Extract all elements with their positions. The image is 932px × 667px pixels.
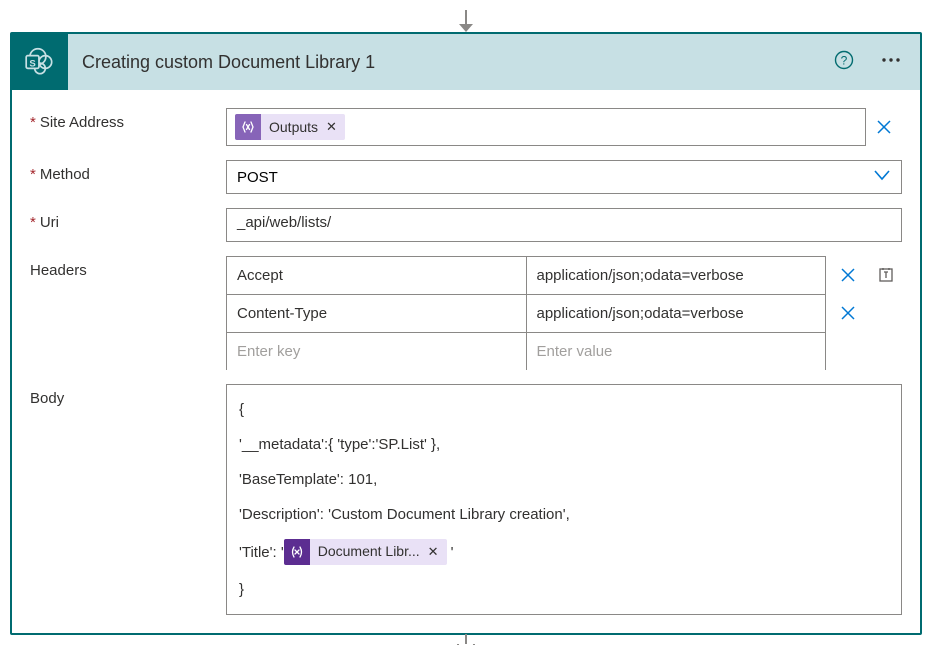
header-value-cell[interactable]: application/json;odata=verbose xyxy=(526,257,826,294)
method-value: POST xyxy=(237,169,278,186)
label-site-address: Site Address xyxy=(40,114,124,131)
connector-top xyxy=(10,10,922,24)
chevron-down-icon xyxy=(873,168,891,186)
header-key-placeholder[interactable]: Enter key xyxy=(227,333,526,370)
method-select[interactable]: POST xyxy=(226,160,902,194)
token-document-library[interactable]: Document Libr... ✕ xyxy=(284,539,447,565)
text-mode-icon[interactable] xyxy=(872,261,900,289)
connector-arrow-in xyxy=(10,24,922,32)
sharepoint-icon: S xyxy=(12,34,68,90)
headers-table: Accept application/json;odata=verbose xyxy=(226,256,902,370)
connector-bottom xyxy=(10,634,922,644)
label-uri: Uri xyxy=(40,214,59,231)
body-line: } xyxy=(239,579,244,600)
fx-icon xyxy=(235,114,261,140)
site-address-input[interactable]: Outputs ✕ xyxy=(226,108,866,146)
header-value-placeholder[interactable]: Enter value xyxy=(526,333,826,370)
action-header[interactable]: S Creating custom Document Library 1 ? xyxy=(12,34,920,90)
variable-icon xyxy=(284,539,310,565)
uri-input[interactable]: _api/web/lists/ xyxy=(226,208,902,242)
token-remove-icon[interactable]: ✕ xyxy=(326,119,345,135)
header-key-cell[interactable]: Accept xyxy=(227,257,526,294)
body-line: 'BaseTemplate': 101, xyxy=(239,469,377,490)
token-label: Outputs xyxy=(261,119,326,135)
label-body: Body xyxy=(30,390,64,407)
svg-text:S: S xyxy=(29,58,35,69)
header-value-cell[interactable]: application/json;odata=verbose xyxy=(526,295,826,332)
body-line: '__metadata':{ 'type':'SP.List' }, xyxy=(239,434,440,455)
body-line: 'Title': ' xyxy=(239,542,284,563)
delete-header-icon[interactable] xyxy=(834,261,862,289)
body-editor[interactable]: { '__metadata':{ 'type':'SP.List' }, 'Ba… xyxy=(226,384,902,615)
label-headers: Headers xyxy=(30,262,87,279)
svg-text:?: ? xyxy=(841,53,848,67)
help-icon[interactable]: ? xyxy=(828,44,860,81)
delete-header-icon[interactable] xyxy=(834,299,862,327)
required-marker: * xyxy=(30,214,36,231)
body-line: { xyxy=(239,399,244,420)
more-menu-icon[interactable] xyxy=(874,44,906,81)
action-title: Creating custom Document Library 1 xyxy=(82,52,814,73)
required-marker: * xyxy=(30,114,36,131)
header-key-cell[interactable]: Content-Type xyxy=(227,295,526,332)
label-method: Method xyxy=(40,166,90,183)
token-remove-icon[interactable]: ✕ xyxy=(428,543,447,561)
required-marker: * xyxy=(30,166,36,183)
body-line: ' xyxy=(451,542,454,563)
connector-knob xyxy=(10,644,922,656)
token-label: Document Libr... xyxy=(310,542,428,562)
token-outputs[interactable]: Outputs ✕ xyxy=(235,114,345,140)
clear-site-address-icon[interactable] xyxy=(866,110,902,144)
body-line: 'Description': 'Custom Document Library … xyxy=(239,504,570,525)
action-card: S Creating custom Document Library 1 ? *… xyxy=(10,32,922,635)
action-body: *Site Address Outputs ✕ *Metho xyxy=(12,90,920,633)
